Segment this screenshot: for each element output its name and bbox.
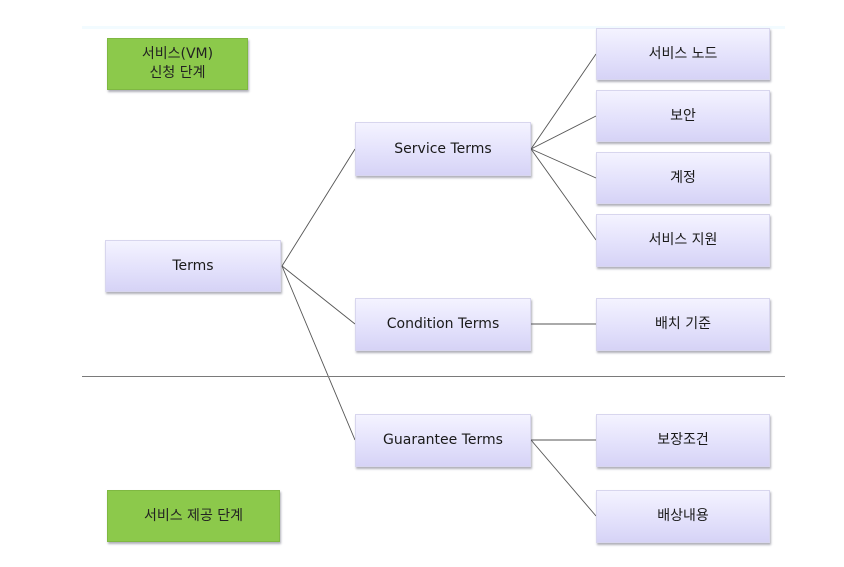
guarantee-terms-label: Guarantee Terms bbox=[383, 432, 503, 448]
connector-service-account bbox=[530, 148, 597, 179]
service-terms-node: Service Terms bbox=[355, 122, 531, 176]
phase-separator-line bbox=[82, 376, 785, 377]
leaf-label: 배상내용 bbox=[657, 508, 709, 524]
condition-terms-label: Condition Terms bbox=[386, 316, 500, 332]
leaf-compensation: 배상내용 bbox=[596, 490, 770, 543]
leaf-label: 계정 bbox=[670, 169, 696, 186]
connector-service-security bbox=[530, 115, 597, 150]
leaf-security: 보안 bbox=[596, 90, 770, 142]
connector-terms-condition bbox=[281, 265, 356, 325]
leaf-label: 보장조건 bbox=[657, 432, 709, 448]
leaf-placement-criteria: 배치 기준 bbox=[596, 298, 770, 351]
phase-request-box: 서비스(VM) 신청 단계 bbox=[107, 38, 248, 90]
leaf-guarantee-condition: 보장조건 bbox=[596, 414, 770, 467]
phase-provide-label: 서비스 제공 단계 bbox=[143, 507, 244, 524]
condition-terms-node: Condition Terms bbox=[355, 298, 531, 351]
leaf-label: 배치 기준 bbox=[655, 316, 711, 332]
phase-request-line1: 서비스(VM) bbox=[141, 46, 214, 62]
leaf-label: 서비스 지원 bbox=[648, 232, 718, 248]
connector-service-support bbox=[530, 148, 597, 241]
phase-provide-box: 서비스 제공 단계 bbox=[107, 490, 280, 542]
leaf-label: 서비스 노드 bbox=[648, 45, 718, 62]
leaf-label: 보안 bbox=[670, 107, 696, 124]
leaf-account: 계정 bbox=[596, 152, 770, 204]
leaf-service-support: 서비스 지원 bbox=[596, 214, 770, 267]
phase-request-line2: 신청 단계 bbox=[149, 65, 206, 81]
terms-label: Terms bbox=[172, 257, 214, 274]
terms-node: Terms bbox=[105, 240, 281, 292]
connector-terms-guarantee bbox=[281, 265, 356, 441]
connector-service-node bbox=[530, 53, 597, 150]
guarantee-terms-node: Guarantee Terms bbox=[355, 414, 531, 467]
service-terms-label: Service Terms bbox=[394, 140, 492, 157]
connector-terms-service bbox=[281, 148, 356, 267]
connector-guarantee-compensation bbox=[530, 439, 597, 517]
leaf-service-node: 서비스 노드 bbox=[596, 28, 770, 80]
